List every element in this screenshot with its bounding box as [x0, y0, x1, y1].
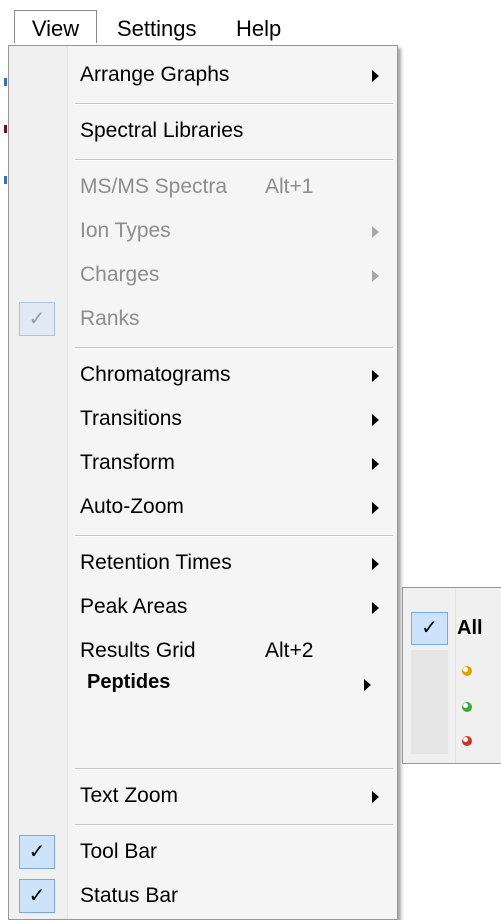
menu-item-ion-types[interactable]: Ion Types: [9, 211, 397, 251]
menu-item-label: MS/MS Spectra: [80, 175, 228, 198]
menu-item-label: Chromatograms: [80, 363, 231, 386]
checkmark-icon: ✓: [19, 302, 55, 336]
background-mark: [4, 78, 7, 86]
checkmark-icon: ✓: [411, 612, 448, 645]
menu-bar: View Settings Help: [0, 0, 501, 46]
submenu-arrow-icon: [372, 458, 379, 470]
submenu-gutter-block: [411, 650, 448, 754]
menu-item-text-zoom[interactable]: Text Zoom: [9, 776, 397, 816]
menu-item-label: Retention Times: [80, 551, 232, 574]
submenu-arrow-icon: [372, 370, 379, 382]
background-mark: [4, 125, 7, 133]
menu-item-retention-times[interactable]: Retention Times: [9, 543, 397, 583]
red-dot-icon[interactable]: [462, 736, 472, 746]
menu-item-tool-bar[interactable]: ✓ Tool Bar: [9, 832, 397, 872]
submenu-arrow-icon: [372, 558, 379, 570]
checkmark-icon: ✓: [19, 879, 55, 913]
menu-separator: [75, 535, 393, 537]
menu-item-label: Ion Types: [80, 219, 171, 242]
menu-separator: [75, 347, 393, 349]
submenu-arrow-icon: [372, 270, 379, 282]
menu-item-label: Transform: [80, 451, 175, 474]
submenu-arrow-icon: [364, 679, 371, 691]
menu-item-arrange-graphs[interactable]: Arrange Graphs: [9, 55, 397, 95]
submenu-arrow-icon: [372, 502, 379, 514]
menu-item-peptides[interactable]: Peptides: [9, 652, 397, 716]
menu-item-label: Text Zoom: [80, 784, 179, 807]
menu-separator: [75, 103, 393, 105]
menu-item-label: Arrange Graphs: [80, 63, 230, 86]
menu-item-label: Ranks: [80, 307, 140, 330]
submenu-arrow-icon: [372, 791, 379, 803]
menu-item-spectral-libraries[interactable]: Spectral Libraries: [9, 111, 397, 151]
menu-separator: [75, 768, 393, 770]
menu-item-status-bar[interactable]: ✓ Status Bar: [9, 876, 397, 916]
submenu-arrow-icon: [372, 70, 379, 82]
menu-item-transitions[interactable]: Transitions: [9, 399, 397, 439]
submenu-arrow-icon: [372, 602, 379, 614]
menu-item-label: Status Bar: [80, 884, 179, 907]
menu-item-label: Peak Areas: [80, 595, 188, 618]
menu-item-label: Transitions: [80, 407, 182, 430]
menu-item-peak-areas[interactable]: Peak Areas: [9, 587, 397, 627]
orange-dot-icon[interactable]: [462, 666, 472, 676]
menu-item-chromatograms[interactable]: Chromatograms: [9, 355, 397, 395]
menu-item-charges[interactable]: Charges: [9, 255, 397, 295]
menu-item-transform[interactable]: Transform: [9, 443, 397, 483]
view-dropdown-menu: Arrange Graphs Spectral Libraries MS/MS …: [8, 45, 398, 920]
submenu-arrow-icon: [372, 226, 379, 238]
menu-item-label: Auto-Zoom: [80, 495, 184, 518]
menu-item-msms-spectra[interactable]: MS/MS Spectra Alt+1: [9, 167, 397, 207]
submenu-arrow-icon: [372, 414, 379, 426]
menu-settings[interactable]: Settings: [105, 11, 209, 44]
background-mark: [4, 176, 7, 184]
shortcut-label: Alt+1: [265, 175, 314, 198]
menu-item-label: Spectral Libraries: [80, 119, 244, 142]
menu-view[interactable]: View: [14, 10, 97, 43]
menu-item-ranks[interactable]: ✓ Ranks: [9, 299, 397, 339]
checkmark-icon: ✓: [19, 835, 55, 869]
peptides-submenu: ✓ All: [402, 587, 501, 764]
menu-item-label: Charges: [80, 263, 160, 286]
menu-item-auto-zoom[interactable]: Auto-Zoom: [9, 487, 397, 527]
menu-item-label: Peptides: [87, 671, 171, 693]
menu-separator: [75, 159, 393, 161]
menu-separator: [75, 824, 393, 826]
menu-help[interactable]: Help: [224, 11, 293, 44]
green-dot-icon[interactable]: [462, 702, 472, 712]
menu-item-label: Tool Bar: [80, 840, 158, 863]
submenu-item-all[interactable]: All: [457, 617, 483, 640]
